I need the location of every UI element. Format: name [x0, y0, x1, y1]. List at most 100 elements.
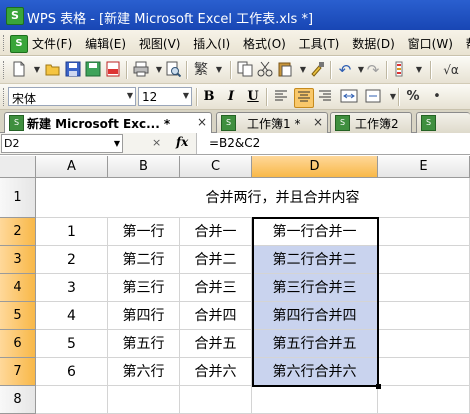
cell-e3[interactable]	[378, 246, 470, 274]
cell-e5[interactable]	[378, 302, 470, 330]
font-size-select[interactable]: 12 ▼	[138, 87, 192, 106]
cell-a4[interactable]: 3	[36, 274, 108, 302]
cell-a3[interactable]: 2	[36, 246, 108, 274]
copy-icon[interactable]	[236, 61, 254, 79]
cut-icon[interactable]	[256, 61, 274, 79]
column-header-d[interactable]: D	[252, 156, 378, 178]
cell-a5[interactable]: 4	[36, 302, 108, 330]
menu-window[interactable]: 窗口(W)	[408, 35, 453, 52]
select-all-corner[interactable]	[0, 156, 36, 178]
menu-view[interactable]: 视图(V)	[139, 35, 181, 52]
menu-edit[interactable]: 编辑(E)	[85, 35, 126, 52]
cell-b6[interactable]: 第五行	[108, 330, 180, 358]
redo-icon[interactable]: ↷	[364, 61, 382, 79]
print-preview-icon[interactable]	[164, 61, 182, 79]
menu-data[interactable]: 数据(D)	[352, 35, 395, 52]
row-header-2[interactable]: 2	[0, 218, 36, 246]
cell-d3[interactable]: 第二行合并二	[252, 246, 378, 274]
cancel-entry-icon[interactable]: ×	[152, 136, 161, 149]
tab-new-microsoft-excel[interactable]: S 新建 Microsoft Exc... * ×	[4, 112, 212, 134]
print-icon[interactable]	[132, 61, 150, 79]
align-left-icon[interactable]	[272, 88, 290, 106]
cell-e7[interactable]	[378, 358, 470, 386]
formula-input[interactable]: =B2&C2	[196, 133, 470, 154]
close-tab-icon[interactable]: ×	[197, 115, 207, 129]
column-header-c[interactable]: C	[180, 156, 252, 178]
spreadsheet-grid[interactable]: A B C D E 1 2 3 4 5 6 7 8 合并两行，并且合并内容 1 …	[0, 156, 470, 414]
traditional-chinese-icon[interactable]: 繁	[192, 61, 210, 79]
row-header-5[interactable]: 5	[0, 302, 36, 330]
row-header-7[interactable]: 7	[0, 358, 36, 386]
tab-next[interactable]: S	[416, 112, 470, 133]
cell-e8[interactable]	[378, 386, 470, 414]
cell-a2[interactable]: 1	[36, 218, 108, 246]
merged-title-cell[interactable]: 合并两行，并且合并内容	[36, 178, 470, 218]
align-center-icon[interactable]	[294, 88, 314, 108]
cell-a8[interactable]	[36, 386, 108, 414]
menu-insert[interactable]: 插入(I)	[193, 35, 230, 52]
align-right-icon[interactable]	[316, 88, 334, 106]
sort-icon[interactable]	[392, 61, 410, 79]
app-menu-icon[interactable]: S	[10, 35, 28, 53]
chevron-down-icon[interactable]: ▼	[127, 91, 133, 100]
cell-d2[interactable]: 第一行合并一	[252, 218, 378, 246]
cell-d6[interactable]: 第五行合并五	[252, 330, 378, 358]
cell-e2[interactable]	[378, 218, 470, 246]
column-header-e[interactable]: E	[378, 156, 470, 178]
toolbar-grip-icon[interactable]	[3, 61, 5, 79]
row-header-8[interactable]: 8	[0, 386, 36, 414]
sort-dropdown-icon[interactable]: ▼	[410, 61, 428, 79]
close-tab-icon[interactable]: ×	[313, 115, 323, 129]
cell-d5[interactable]: 第四行合并四	[252, 302, 378, 330]
row-header-4[interactable]: 4	[0, 274, 36, 302]
cell-b5[interactable]: 第四行	[108, 302, 180, 330]
font-name-select[interactable]: 宋体 ▼	[8, 87, 136, 106]
cell-d4[interactable]: 第三行合并三	[252, 274, 378, 302]
open-icon[interactable]	[44, 61, 62, 79]
name-box[interactable]: D2 ▼	[1, 134, 123, 153]
format-painter-icon[interactable]	[308, 61, 326, 79]
cell-e6[interactable]	[378, 330, 470, 358]
insert-function-icon[interactable]: fx	[176, 135, 188, 149]
merge-icon[interactable]	[364, 88, 382, 106]
save-icon[interactable]	[64, 61, 82, 79]
paste-icon[interactable]	[276, 61, 294, 79]
chevron-down-icon[interactable]: ▼	[183, 91, 189, 100]
bold-button[interactable]: B	[200, 88, 218, 106]
percent-button[interactable]: %	[404, 88, 422, 106]
menu-file[interactable]: 文件(F)	[32, 35, 72, 52]
cell-c3[interactable]: 合并二	[180, 246, 252, 274]
cell-d7[interactable]: 第六行合并六	[252, 358, 378, 386]
menu-format[interactable]: 格式(O)	[243, 35, 286, 52]
cell-c5[interactable]: 合并四	[180, 302, 252, 330]
chevron-down-icon[interactable]: ▼	[114, 139, 120, 148]
new-icon[interactable]	[10, 61, 28, 79]
cell-a7[interactable]: 6	[36, 358, 108, 386]
cell-b8[interactable]	[108, 386, 180, 414]
tab-workbook2[interactable]: S 工作簿2	[330, 112, 412, 133]
toolbar-grip-icon[interactable]	[3, 88, 5, 106]
cell-c6[interactable]: 合并五	[180, 330, 252, 358]
row-header-3[interactable]: 3	[0, 246, 36, 274]
tab-workbook1[interactable]: S 工作簿1 * ×	[216, 112, 328, 133]
row-header-1[interactable]: 1	[0, 178, 36, 218]
cell-b3[interactable]: 第二行	[108, 246, 180, 274]
menubar-grip-icon[interactable]	[3, 35, 7, 51]
cell-b2[interactable]: 第一行	[108, 218, 180, 246]
underline-button[interactable]: U	[244, 88, 262, 106]
pdf-icon[interactable]	[104, 61, 122, 79]
cell-e4[interactable]	[378, 274, 470, 302]
cell-c8[interactable]	[180, 386, 252, 414]
comma-style-button[interactable]: •	[428, 88, 446, 106]
cell-b4[interactable]: 第三行	[108, 274, 180, 302]
cell-c7[interactable]: 合并六	[180, 358, 252, 386]
row-header-6[interactable]: 6	[0, 330, 36, 358]
column-header-b[interactable]: B	[108, 156, 180, 178]
cell-b7[interactable]: 第六行	[108, 358, 180, 386]
traditional-dropdown-icon[interactable]: ▼	[210, 61, 228, 79]
sum-icon[interactable]: √α	[436, 61, 466, 79]
cell-c2[interactable]: 合并一	[180, 218, 252, 246]
cell-d8[interactable]	[252, 386, 378, 414]
save-as-icon[interactable]	[84, 61, 102, 79]
italic-button[interactable]: I	[222, 88, 240, 106]
